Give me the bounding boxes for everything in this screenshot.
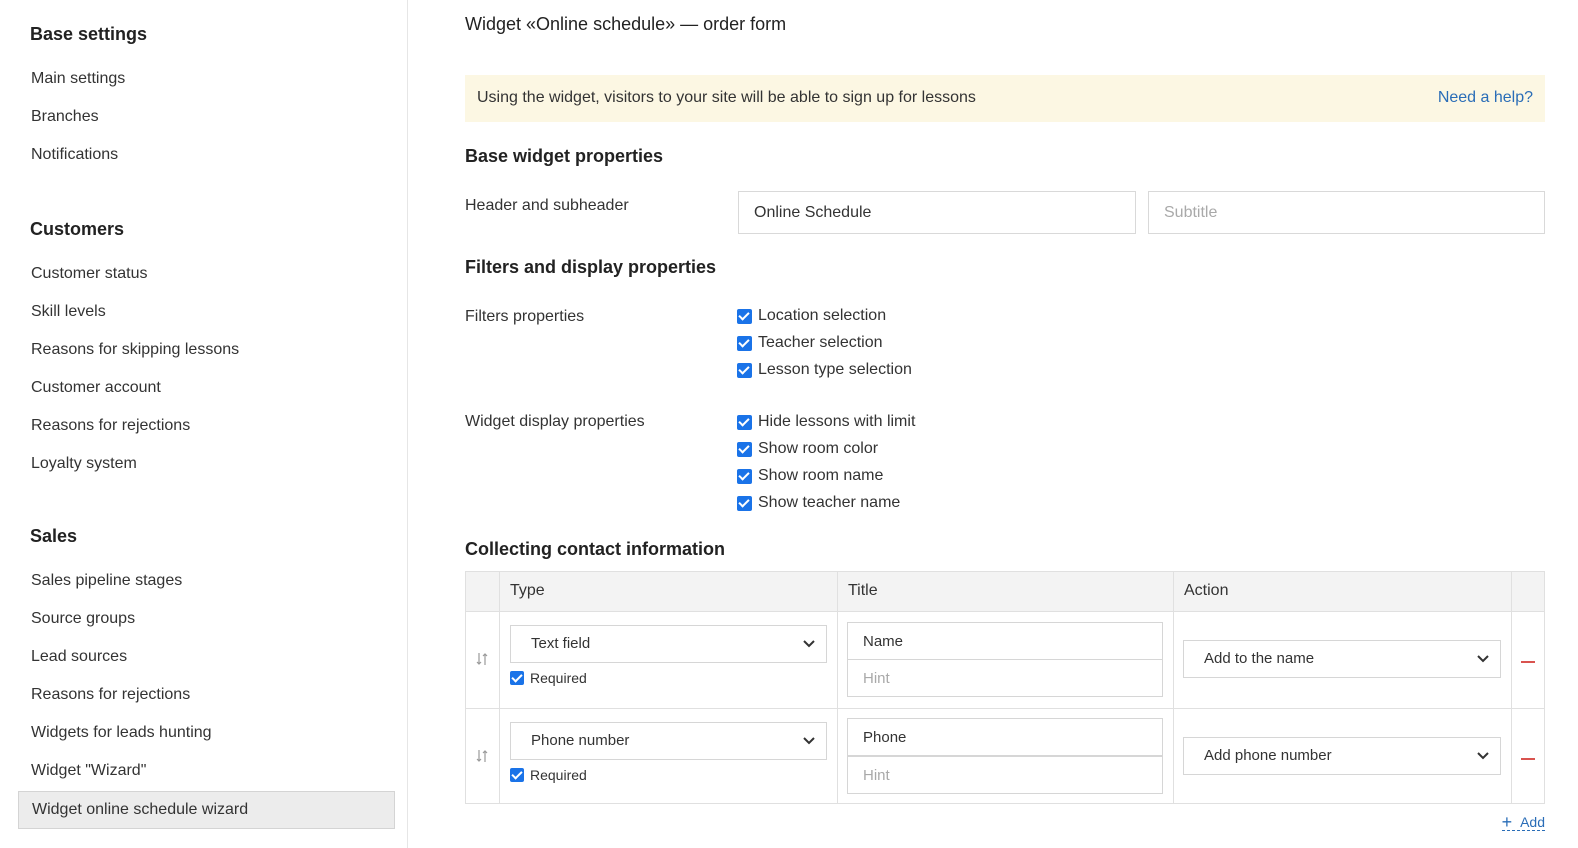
field-title-input[interactable] xyxy=(847,718,1163,756)
section-filters-display: Filters and display properties xyxy=(465,257,717,277)
section-base-properties: Base widget properties xyxy=(465,146,664,166)
drag-handle-icon[interactable] xyxy=(476,652,490,666)
show-room-color-option[interactable]: Show room color xyxy=(737,438,878,460)
plus-icon: + xyxy=(1501,811,1513,832)
chevron-down-icon xyxy=(1477,752,1489,760)
sidebar-item-lead-sources[interactable]: Lead sources xyxy=(18,639,395,677)
show-room-name-label: Show room name xyxy=(758,467,884,484)
chevron-down-icon xyxy=(803,640,815,648)
table-header: Type Title Action xyxy=(466,572,1544,612)
info-banner: Using the widget, visitors to your site … xyxy=(465,75,1545,122)
sidebar-item-customer-rejections[interactable]: Reasons for rejections xyxy=(18,408,395,446)
add-field-button[interactable]: + Add xyxy=(1501,811,1545,832)
banner-text: Using the widget, visitors to your site … xyxy=(477,89,976,106)
remove-row-button[interactable] xyxy=(1521,758,1535,760)
header-input[interactable] xyxy=(738,191,1136,234)
field-action-value: Add phone number xyxy=(1204,747,1332,764)
column-type: Type xyxy=(510,582,545,599)
filters-properties-label: Filters properties xyxy=(465,308,585,325)
required-option[interactable]: Required xyxy=(510,669,587,687)
hide-lessons-limit-checkbox[interactable] xyxy=(737,414,752,430)
sidebar-group-base-settings: Base settings xyxy=(30,24,148,44)
location-selection-checkbox[interactable] xyxy=(737,308,752,324)
section-contact-info: Collecting contact information xyxy=(465,539,726,559)
help-link[interactable]: Need a help? xyxy=(1438,89,1533,107)
settings-sidebar: Base settings Main settings Branches Not… xyxy=(0,0,408,848)
show-teacher-name-option[interactable]: Show teacher name xyxy=(737,492,900,514)
lesson-type-selection-label: Lesson type selection xyxy=(758,361,912,378)
required-label: Required xyxy=(530,767,587,783)
field-action-value: Add to the name xyxy=(1204,650,1315,667)
field-type-value: Text field xyxy=(531,635,591,652)
contact-fields-table: Type Title Action Text field Required Ad… xyxy=(465,571,1545,804)
main-content: Widget «Online schedule» — order form Us… xyxy=(465,0,1545,848)
teacher-selection-option[interactable]: Teacher selection xyxy=(737,332,883,354)
hide-lessons-limit-option[interactable]: Hide lessons with limit xyxy=(737,411,915,433)
sidebar-item-widgets-leads[interactable]: Widgets for leads hunting xyxy=(18,715,395,753)
sidebar-item-sales-rejections[interactable]: Reasons for rejections xyxy=(18,677,395,715)
show-room-name-checkbox[interactable] xyxy=(737,468,752,484)
sidebar-group-customers: Customers xyxy=(30,219,125,239)
column-title: Title xyxy=(848,582,878,599)
required-label: Required xyxy=(530,670,587,686)
display-properties-label: Widget display properties xyxy=(465,413,645,430)
sidebar-item-widget-wizard[interactable]: Widget "Wizard" xyxy=(18,753,395,791)
sidebar-item-skill-levels[interactable]: Skill levels xyxy=(18,294,395,332)
drag-handle-icon[interactable] xyxy=(476,749,490,763)
show-teacher-name-label: Show teacher name xyxy=(758,494,901,511)
show-teacher-name-checkbox[interactable] xyxy=(737,495,752,511)
field-title-input[interactable] xyxy=(847,622,1163,660)
subtitle-input[interactable] xyxy=(1148,191,1545,234)
field-hint-input[interactable] xyxy=(847,659,1163,697)
lesson-type-selection-checkbox[interactable] xyxy=(737,362,752,378)
teacher-selection-checkbox[interactable] xyxy=(737,335,752,351)
header-subheader-label: Header and subheader xyxy=(465,197,629,214)
required-checkbox[interactable] xyxy=(510,768,524,782)
sidebar-item-customer-status[interactable]: Customer status xyxy=(18,256,395,294)
add-label: Add xyxy=(1520,813,1545,830)
field-type-select[interactable]: Text field xyxy=(510,625,827,663)
required-option[interactable]: Required xyxy=(510,766,587,784)
chevron-down-icon xyxy=(1477,655,1489,663)
field-action-select[interactable]: Add to the name xyxy=(1183,640,1501,678)
sidebar-item-reasons-skipping[interactable]: Reasons for skipping lessons xyxy=(18,332,395,370)
sidebar-item-loyalty-system[interactable]: Loyalty system xyxy=(18,446,395,484)
field-action-select[interactable]: Add phone number xyxy=(1183,737,1501,775)
column-action: Action xyxy=(1184,582,1229,599)
hide-lessons-limit-label: Hide lessons with limit xyxy=(758,413,916,430)
show-room-name-option[interactable]: Show room name xyxy=(737,465,883,487)
field-hint-input[interactable] xyxy=(847,756,1163,794)
sidebar-item-notifications[interactable]: Notifications xyxy=(18,137,395,175)
sidebar-item-main-settings[interactable]: Main settings xyxy=(18,61,395,99)
sidebar-item-online-schedule-wizard[interactable]: Widget online schedule wizard xyxy=(18,791,395,829)
sidebar-item-source-groups[interactable]: Source groups xyxy=(18,601,395,639)
field-type-select[interactable]: Phone number xyxy=(510,722,827,760)
chevron-down-icon xyxy=(803,737,815,745)
required-checkbox[interactable] xyxy=(510,671,524,685)
location-selection-option[interactable]: Location selection xyxy=(737,305,886,327)
field-type-value: Phone number xyxy=(531,732,630,749)
sidebar-item-branches[interactable]: Branches xyxy=(18,99,395,137)
sidebar-item-pipeline-stages[interactable]: Sales pipeline stages xyxy=(18,563,395,601)
show-room-color-label: Show room color xyxy=(758,440,879,457)
teacher-selection-label: Teacher selection xyxy=(758,334,883,351)
sidebar-item-customer-account[interactable]: Customer account xyxy=(18,370,395,408)
show-room-color-checkbox[interactable] xyxy=(737,441,752,457)
location-selection-label: Location selection xyxy=(758,307,887,324)
page-title: Widget «Online schedule» — order form xyxy=(465,14,787,34)
sidebar-group-sales: Sales xyxy=(30,526,78,546)
lesson-type-selection-option[interactable]: Lesson type selection xyxy=(737,359,912,381)
remove-row-button[interactable] xyxy=(1521,661,1535,663)
